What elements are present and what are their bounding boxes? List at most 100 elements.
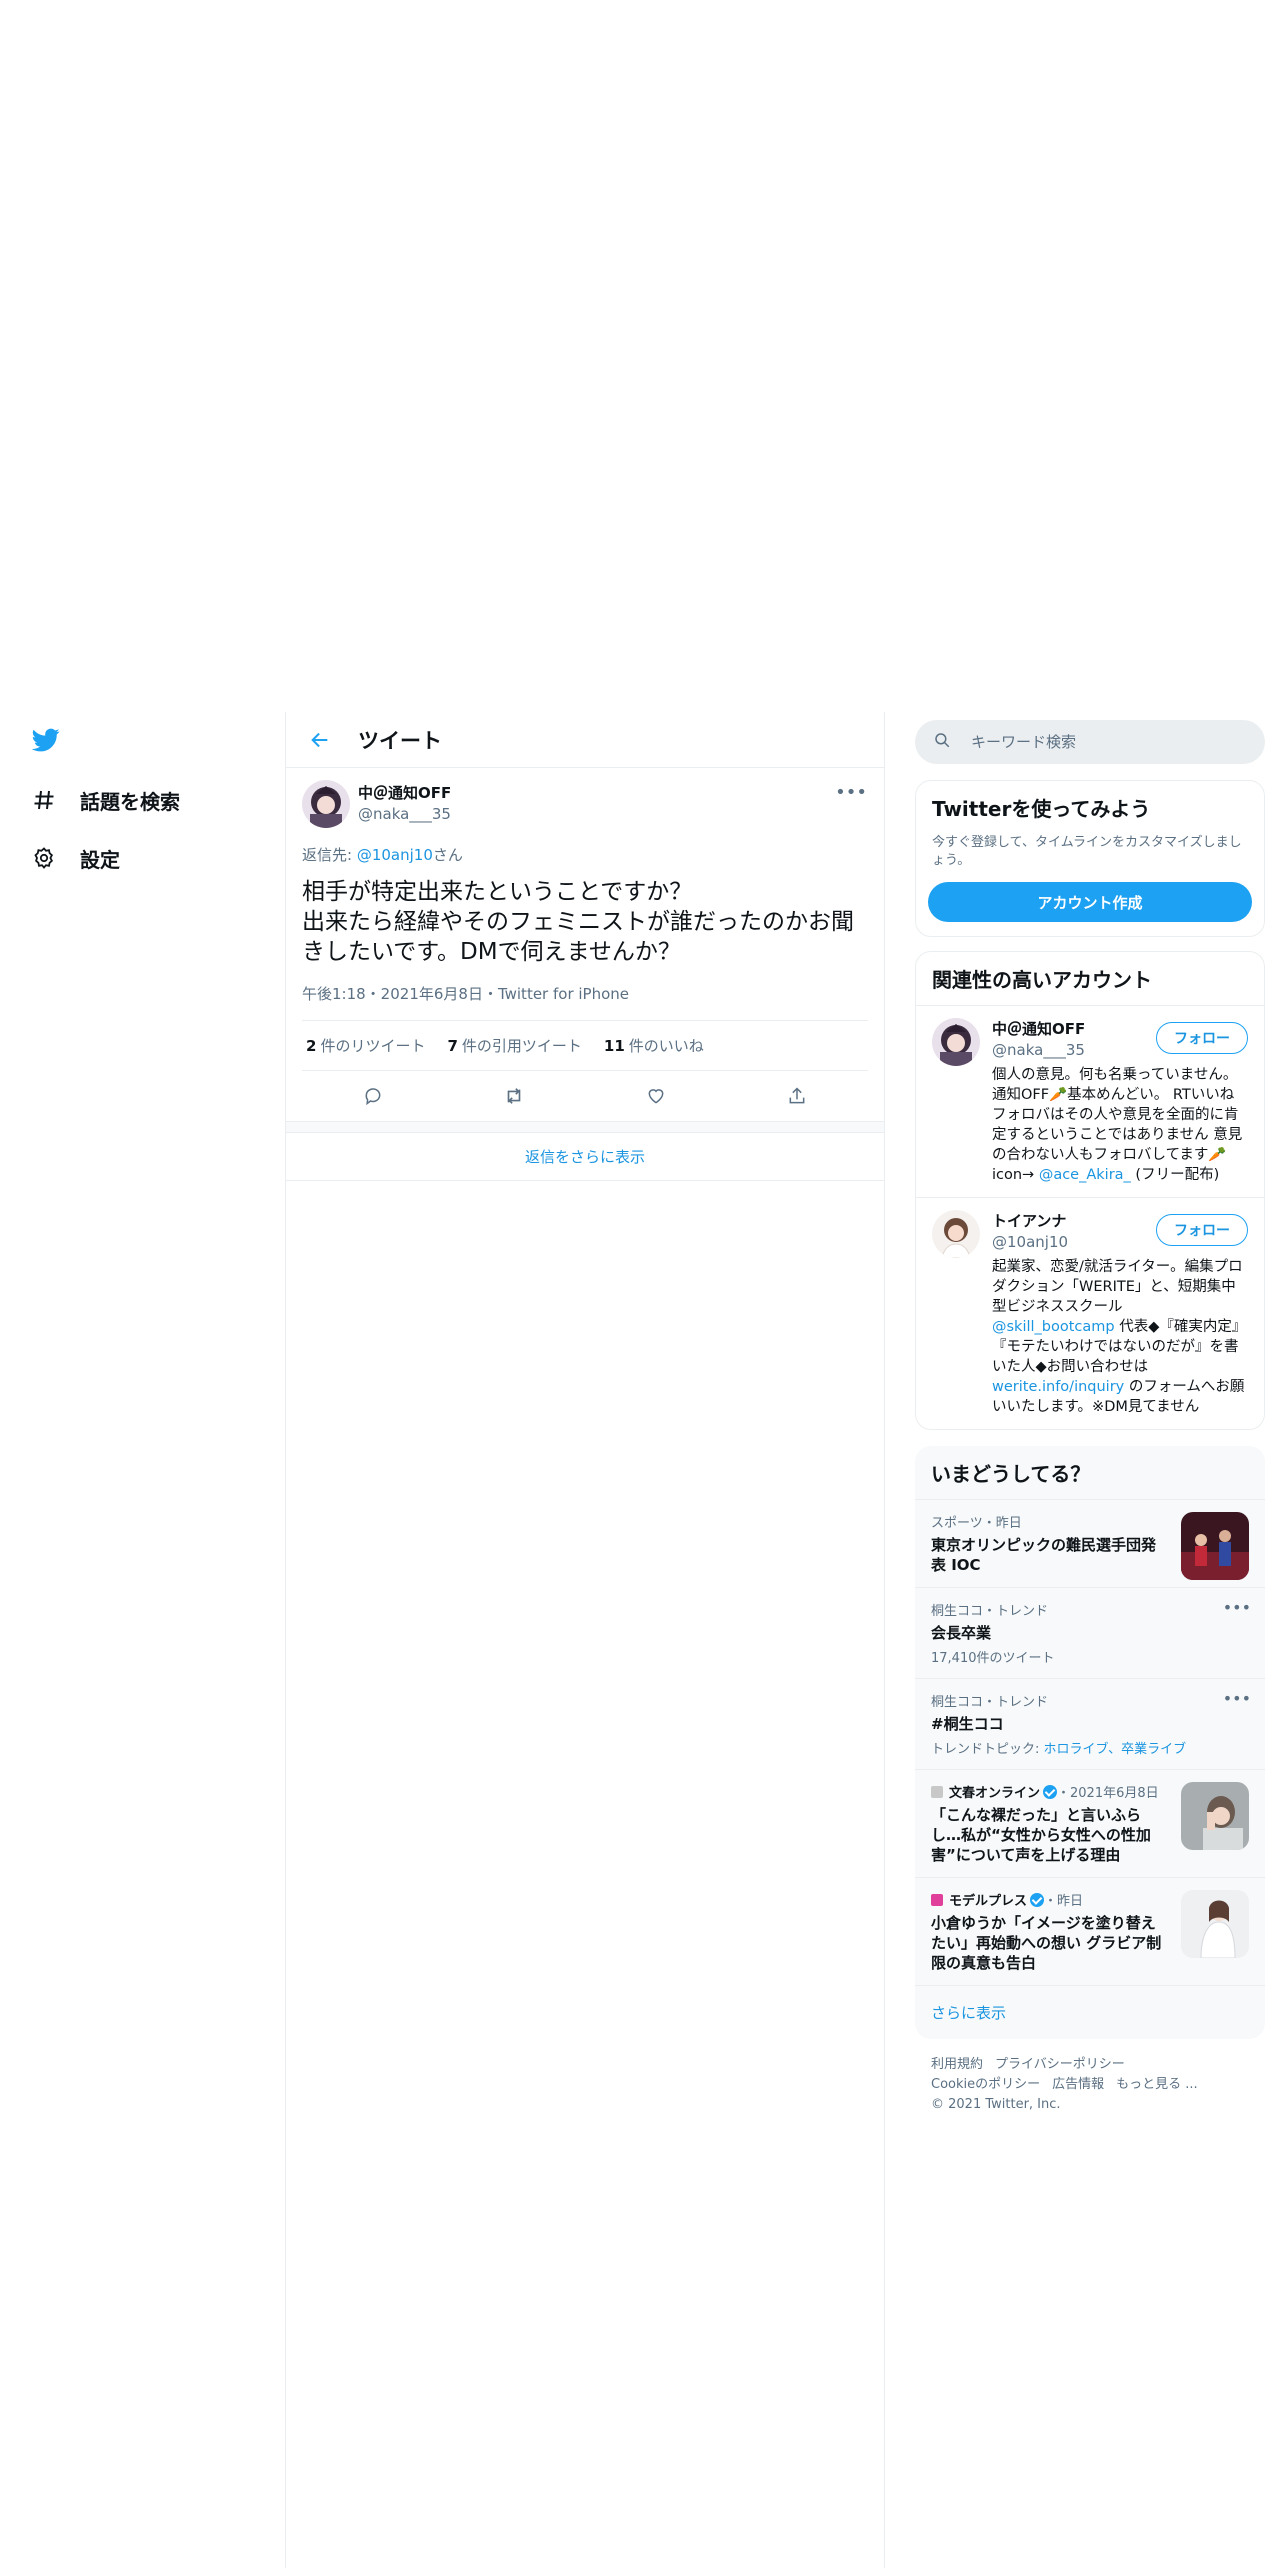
search-icon: [933, 731, 951, 753]
tweet-meta[interactable]: 午後1:18・2021年6月8日・Twitter for iPhone: [302, 983, 868, 1021]
retweet-count[interactable]: 2 件のリツイート: [306, 1035, 425, 1056]
like-icon[interactable]: [638, 1078, 674, 1114]
nav-item-explore[interactable]: 話題を検索: [30, 778, 180, 822]
signup-card: Twitterを使ってみよう 今すぐ登録して、タイムラインをカスタマイズしましょ…: [915, 780, 1265, 937]
create-account-button[interactable]: アカウント作成: [928, 882, 1252, 922]
news-time: ・昨日: [1044, 1894, 1084, 1909]
trend-title: 会長卒業: [931, 1624, 992, 1642]
tweet-text: 相手が特定出来たということですか？ 出来たら経緯やそのフェミニストが誰だったのか…: [302, 879, 854, 965]
quote-count[interactable]: 7 件の引用ツイート: [447, 1035, 581, 1056]
trend-topics-link[interactable]: ホロライブ、卒業ライブ: [1044, 1742, 1187, 1757]
bio-text: 起業家、恋愛/就活ライター。編集プロダクション「WERITE」と、短期集中型ビジ…: [992, 1259, 1243, 1315]
bio-link[interactable]: @skill_bootcamp: [992, 1319, 1115, 1335]
retweet-icon[interactable]: [496, 1078, 532, 1114]
quote-count-value: 7: [447, 1037, 458, 1055]
related-accounts-title: 関連性の高いアカウント: [932, 968, 1152, 992]
trend-title: 東京オリンピックの難民選手団発表 IOC: [931, 1536, 1157, 1574]
trend-item[interactable]: 桐生ココ・トレンド 会長卒業 17,410件のツイート •••: [915, 1587, 1265, 1678]
show-more-trends-link[interactable]: さらに表示: [915, 1985, 1265, 2039]
author-name[interactable]: 中＠通知OFF: [358, 782, 451, 803]
retweet-count-value: 2: [306, 1037, 317, 1055]
search-input[interactable]: [971, 733, 1231, 751]
nav-item-label: 話題を検索: [80, 789, 180, 814]
author-handle[interactable]: @naka___35: [358, 805, 451, 823]
quote-count-label: 件の引用ツイート: [461, 1037, 582, 1055]
trends-title: いまどうしてる？: [931, 1462, 1091, 1486]
main-column: ツイート 中＠通知OFF @naka___35 ••• 返信先: @10anj1…: [285, 712, 885, 2568]
reply-to: 返信先: @10anj10さん: [302, 844, 868, 865]
related-account[interactable]: 中＠通知OFF @naka___35 個人の意見。何も名乗っていません。通知OF…: [916, 1005, 1264, 1197]
reply-suffix: さん: [432, 846, 463, 864]
follow-button[interactable]: フォロー: [1156, 1022, 1248, 1054]
trend-thumbnail: [1181, 1512, 1249, 1580]
more-icon[interactable]: •••: [1223, 1598, 1251, 1617]
trend-context: 桐生ココ・トレンド: [931, 1604, 1049, 1619]
page-title: ツイート: [358, 728, 442, 753]
like-count-value: 11: [603, 1037, 625, 1055]
trend-item[interactable]: スポーツ・昨日 東京オリンピックの難民選手団発表 IOC: [915, 1499, 1265, 1587]
news-thumbnail: [1181, 1890, 1249, 1958]
more-icon[interactable]: •••: [835, 780, 867, 804]
footer-link-ads[interactable]: 広告情報: [1052, 2077, 1104, 2092]
hashtag-icon: [30, 786, 58, 814]
account-bio: 起業家、恋愛/就活ライター。編集プロダクション「WERITE」と、短期集中型ビジ…: [992, 1257, 1248, 1417]
trend-context: 桐生ココ・トレンド: [931, 1695, 1049, 1710]
trend-title: #桐生ココ: [931, 1715, 1004, 1733]
trend-tweet-count: 17,410件のツイート: [931, 1651, 1055, 1666]
right-sidebar: Twitterを使ってみよう 今すぐ登録して、タイムラインをカスタマイズしましょ…: [915, 720, 1265, 2131]
signup-card-desc: 今すぐ登録して、タイムラインをカスタマイズしましょう。: [932, 835, 1242, 868]
trend-context: スポーツ・昨日: [931, 1516, 1022, 1531]
source-name: モデルプレス: [949, 1894, 1028, 1909]
follow-button[interactable]: フォロー: [1156, 1214, 1248, 1246]
trends-card: いまどうしてる？ スポーツ・昨日 東京オリンピックの難民選手団発表 IOC 桐生…: [915, 1446, 1265, 2039]
avatar[interactable]: [932, 1018, 980, 1066]
avatar[interactable]: [302, 780, 350, 828]
news-title: 「こんな裸だった」と言いふらし…私が“女性から女性への性加害”について声を上げる…: [931, 1806, 1151, 1864]
nav-item-label: 設定: [80, 847, 120, 872]
bio-url-link[interactable]: werite.info/inquiry: [992, 1379, 1124, 1395]
verified-badge-icon: [1043, 1785, 1058, 1799]
tweet-stats: 2 件のリツイート 7 件の引用ツイート 11 件のいいね: [302, 1021, 868, 1071]
search-box[interactable]: [915, 720, 1265, 764]
reply-handle-link[interactable]: @10anj10: [357, 846, 433, 864]
back-arrow-icon[interactable]: [302, 722, 338, 758]
nav-item-settings[interactable]: 設定: [30, 836, 120, 880]
footer-link-more[interactable]: もっと見る ...: [1116, 2077, 1198, 2092]
verified-badge-icon: [1030, 1893, 1045, 1907]
footer-link-terms[interactable]: 利用規約: [931, 2057, 983, 2072]
show-more-replies-button[interactable]: 返信をさらに表示: [286, 1133, 884, 1181]
source-name: 文春オンライン: [949, 1786, 1041, 1801]
retweet-count-label: 件のリツイート: [320, 1037, 426, 1055]
related-account[interactable]: トイアンナ @10anj10 起業家、恋愛/就活ライター。編集プロダクション「W…: [916, 1197, 1264, 1429]
account-bio: 個人の意見。何も名乗っていません。通知OFF🥕基本めんどい。 RTいいねフォロバ…: [992, 1065, 1248, 1185]
tweet-actions: [302, 1071, 868, 1121]
reply-icon[interactable]: [355, 1078, 391, 1114]
avatar[interactable]: [932, 1210, 980, 1258]
news-time: ・2021年6月8日: [1057, 1786, 1159, 1801]
more-icon[interactable]: •••: [1223, 1689, 1251, 1708]
column-header: ツイート: [286, 712, 884, 768]
like-count[interactable]: 11 件のいいね: [604, 1035, 704, 1056]
footer-link-cookies[interactable]: Cookieのポリシー: [931, 2077, 1040, 2092]
news-source: モデルプレス ・昨日: [931, 1890, 1169, 1909]
news-item[interactable]: 文春オンライン ・2021年6月8日 「こんな裸だった」と言いふらし…私が“女性か…: [915, 1769, 1265, 1877]
trend-item[interactable]: 桐生ココ・トレンド #桐生ココ トレンドトピック: ホロライブ、卒業ライブ ••…: [915, 1678, 1265, 1769]
trend-topics: トレンドトピック: ホロライブ、卒業ライブ: [931, 1738, 1249, 1757]
copyright: © 2021 Twitter, Inc.: [931, 2097, 1061, 2112]
like-count-label: 件のいいね: [628, 1037, 704, 1055]
news-title: 小倉ゆうか「イメージを塗り替えたい」再始動への想い グラビア制限の真意も告白: [931, 1914, 1162, 1972]
bio-text: (フリー配布): [1130, 1167, 1220, 1183]
signup-card-title: Twitterを使ってみよう: [932, 797, 1151, 821]
share-icon[interactable]: [779, 1078, 815, 1114]
twitter-logo-icon[interactable]: [30, 726, 62, 754]
news-source: 文春オンライン ・2021年6月8日: [931, 1782, 1169, 1801]
news-item[interactable]: モデルプレス ・昨日 小倉ゆうか「イメージを塗り替えたい」再始動への想い グラビア…: [915, 1877, 1265, 1985]
focused-tweet: 中＠通知OFF @naka___35 ••• 返信先: @10anj10さん 相…: [286, 768, 884, 1121]
bio-link[interactable]: @ace_Akira_: [1039, 1167, 1131, 1183]
source-logo-icon: [931, 1894, 943, 1906]
gear-icon: [30, 844, 58, 872]
footer-link-privacy[interactable]: プライバシーポリシー: [995, 2057, 1125, 2072]
divider: [286, 1121, 884, 1133]
trend-topics-prefix: トレンドトピック:: [931, 1742, 1044, 1757]
news-thumbnail: [1181, 1782, 1249, 1850]
